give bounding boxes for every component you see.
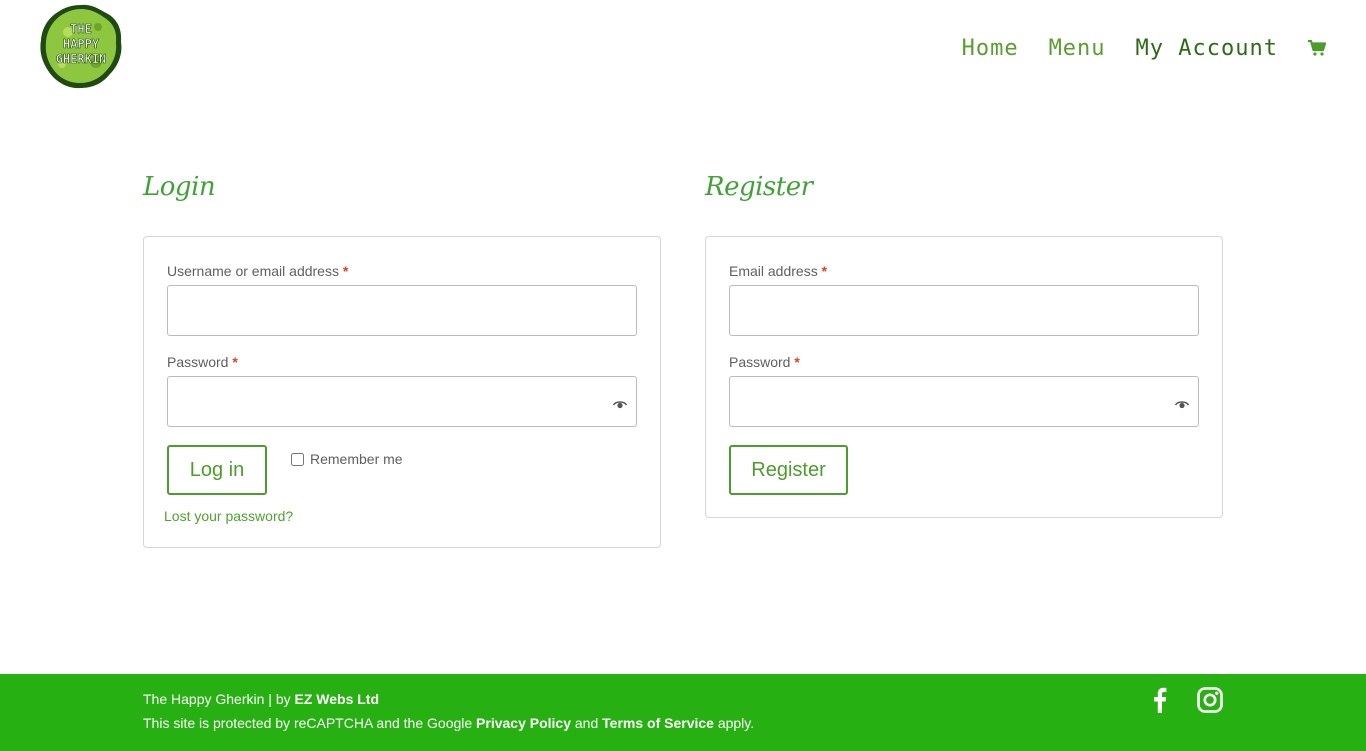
privacy-policy-link[interactable]: Privacy Policy (476, 715, 571, 731)
svg-text:THE: THE (70, 22, 92, 36)
footer-credit-link[interactable]: EZ Webs Ltd (295, 691, 380, 707)
remember-me[interactable]: Remember me (291, 451, 403, 467)
cart-icon[interactable] (1308, 38, 1328, 58)
username-label-text: Username or email address (167, 263, 339, 279)
register-password-label: Password * (729, 354, 1199, 370)
password-input[interactable] (167, 376, 637, 427)
site-logo[interactable]: THE HAPPY GHERKIN (38, 2, 124, 90)
register-password-label-text: Password (729, 354, 791, 370)
recaptcha-apply: apply. (713, 715, 755, 731)
site-footer: The Happy Gherkin | by EZ Webs Ltd This … (0, 674, 1366, 751)
login-title: Login (143, 172, 216, 202)
nav-home[interactable]: Home (962, 36, 1019, 61)
login-button[interactable]: Log in (167, 445, 267, 495)
show-password-eye-icon[interactable] (1174, 395, 1190, 409)
footer-separator: | by (264, 691, 295, 707)
email-label: Email address * (729, 263, 1199, 279)
gherkin-logo-icon: THE HAPPY GHERKIN (40, 4, 122, 89)
recaptcha-notice: This site is protected by reCAPTCHA and … (143, 715, 754, 731)
svg-text:GHERKIN: GHERKIN (56, 52, 107, 66)
remember-me-checkbox[interactable] (291, 452, 304, 466)
lost-password-link[interactable]: Lost your password? (164, 508, 293, 524)
register-button[interactable]: Register (729, 445, 848, 495)
email-label-text: Email address (729, 263, 818, 279)
required-mark: * (232, 354, 238, 370)
facebook-icon[interactable] (1153, 686, 1173, 714)
password-label-text: Password (167, 354, 229, 370)
username-input[interactable] (167, 285, 637, 336)
main-nav: Home Menu My Account (962, 30, 1366, 66)
nav-my-account[interactable]: My Account (1136, 36, 1278, 61)
login-form: Username or email address * Password * L… (143, 236, 661, 548)
required-mark: * (342, 263, 349, 279)
svg-text:HAPPY: HAPPY (63, 37, 100, 51)
terms-of-service-link[interactable]: Terms of Service (602, 715, 714, 731)
username-label: Username or email address * (167, 263, 637, 279)
password-label: Password * (167, 354, 637, 370)
remember-me-label: Remember me (310, 451, 403, 467)
register-title: Register (705, 172, 813, 202)
email-input[interactable] (729, 285, 1199, 336)
register-form: Email address * Password * Register (705, 236, 1223, 518)
login-section: Login Username or email address * Passwo… (143, 170, 661, 548)
footer-site-name: The Happy Gherkin (143, 691, 265, 707)
recaptcha-prefix: This site is protected by reCAPTCHA and … (143, 715, 477, 731)
instagram-icon[interactable] (1197, 686, 1225, 714)
register-password-input[interactable] (729, 376, 1199, 427)
nav-menu[interactable]: Menu (1049, 36, 1106, 61)
recaptcha-and: and (571, 715, 603, 731)
login-actions: Log in Remember me (167, 445, 637, 495)
footer-credits: The Happy Gherkin | by EZ Webs Ltd (143, 691, 379, 707)
site-header: THE HAPPY GHERKIN Home Menu My Account (0, 0, 1366, 96)
show-password-eye-icon[interactable] (612, 395, 628, 409)
register-section: Register Email address * Password * Regi… (705, 170, 1223, 518)
required-mark: * (794, 354, 800, 370)
required-mark: * (821, 263, 828, 279)
